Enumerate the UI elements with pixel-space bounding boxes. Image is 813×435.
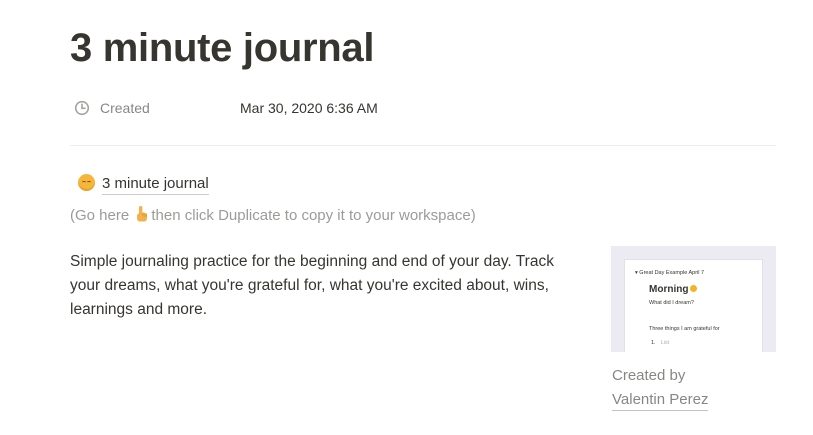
pointing-up-hand-icon — [137, 206, 148, 222]
page-description: Simple journaling practice for the begin… — [70, 253, 554, 318]
property-value: Mar 30, 2020 6:36 AM — [240, 100, 378, 116]
property-name: Created — [100, 100, 150, 116]
property-row-created[interactable]: Created Mar 30, 2020 6:36 AM — [70, 96, 770, 120]
preview-card: ▾ Great Day Example April 7 Morning What… — [625, 260, 762, 352]
preview-heading: ▾ Great Day Example April 7 — [635, 270, 705, 276]
preview-question: Three things I am grateful for — [649, 326, 720, 332]
instruction-text-end: then click Duplicate to copy it to your … — [151, 207, 476, 224]
duplicate-instruction: (Go here then click Duplicate to copy it… — [70, 205, 476, 226]
page-title[interactable]: 3 minute journal — [70, 22, 374, 74]
preview-question: What did I dream? — [649, 300, 694, 306]
instruction-text-start: (Go here — [70, 207, 134, 224]
smiling-face-emoji-icon — [78, 174, 95, 191]
preview-title: Morning — [649, 284, 698, 295]
sun-icon — [690, 285, 698, 292]
divider — [70, 145, 776, 146]
preview-list-item: 1. List — [651, 340, 670, 346]
template-preview-image[interactable]: ▾ Great Day Example April 7 Morning What… — [611, 246, 776, 352]
author-link[interactable]: Valentin Perez — [612, 390, 709, 411]
clock-icon — [74, 100, 90, 116]
created-by-label: Created by — [612, 367, 686, 384]
page-link-label[interactable]: 3 minute journal — [102, 174, 209, 195]
